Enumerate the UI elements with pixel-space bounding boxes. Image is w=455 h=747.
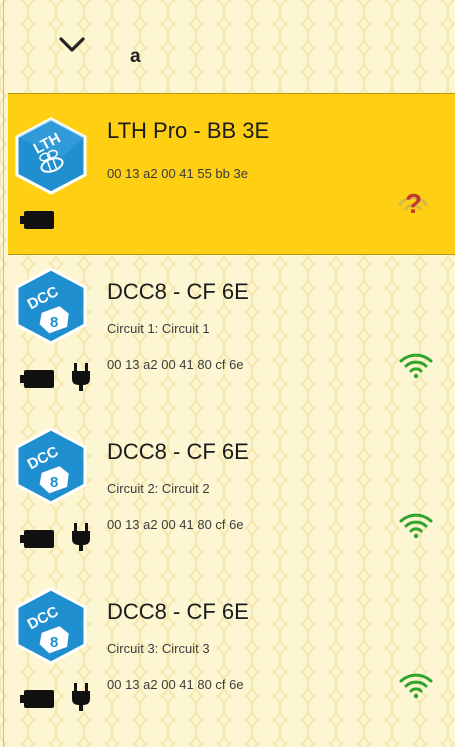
device-list-item[interactable]: LTH LTH Pro - BB 3E 00 13 a2 00 41 55 bb… xyxy=(8,93,455,255)
filter-value[interactable]: a xyxy=(130,46,141,68)
svg-text:8: 8 xyxy=(50,314,58,331)
device-name: DCC8 - CF 6E xyxy=(107,599,249,624)
dcc8-hex-logo-icon: DCC 8 xyxy=(15,427,87,505)
svg-text:8: 8 xyxy=(50,474,58,491)
chevron-down-icon[interactable] xyxy=(58,36,86,54)
wifi-icon xyxy=(399,513,433,539)
device-name: LTH Pro - BB 3E xyxy=(107,118,270,143)
device-address: 00 13 a2 00 41 80 cf 6e xyxy=(107,517,244,532)
device-circuit: Circuit 2: Circuit 2 xyxy=(107,481,210,496)
power-plug-icon xyxy=(72,683,90,711)
device-circuit: Circuit 1: Circuit 1 xyxy=(107,321,210,336)
unknown-signal-icon: ? xyxy=(393,188,433,224)
dcc8-hex-logo-icon: DCC 8 xyxy=(15,267,87,345)
lth-hex-logo-icon: LTH xyxy=(15,117,87,195)
device-address: 00 13 a2 00 41 80 cf 6e xyxy=(107,357,244,372)
battery-icon xyxy=(20,370,54,388)
device-name: DCC8 - CF 6E xyxy=(107,439,249,464)
wifi-icon xyxy=(399,673,433,699)
left-border xyxy=(3,0,4,747)
battery-icon xyxy=(20,211,54,229)
filter-bar: a xyxy=(8,0,455,93)
device-list-item[interactable]: DCC 8 DCC8 - CF 6E Circuit 2: Circuit 2 … xyxy=(8,423,455,573)
dcc8-hex-logo-icon: DCC 8 xyxy=(15,587,87,665)
device-list-item[interactable]: DCC 8 DCC8 - CF 6E Circuit 1: Circuit 1 … xyxy=(8,263,455,413)
device-address: 00 13 a2 00 41 55 bb 3e xyxy=(107,166,248,181)
power-plug-icon xyxy=(72,363,90,391)
wifi-icon xyxy=(399,353,433,379)
device-name: DCC8 - CF 6E xyxy=(107,279,249,304)
power-plug-icon xyxy=(72,523,90,551)
device-list-item[interactable]: DCC 8 DCC8 - CF 6E Circuit 3: Circuit 3 … xyxy=(8,583,455,733)
battery-icon xyxy=(20,530,54,548)
device-address: 00 13 a2 00 41 80 cf 6e xyxy=(107,677,244,692)
battery-icon xyxy=(20,690,54,708)
device-circuit: Circuit 3: Circuit 3 xyxy=(107,641,210,656)
svg-text:8: 8 xyxy=(50,634,58,651)
